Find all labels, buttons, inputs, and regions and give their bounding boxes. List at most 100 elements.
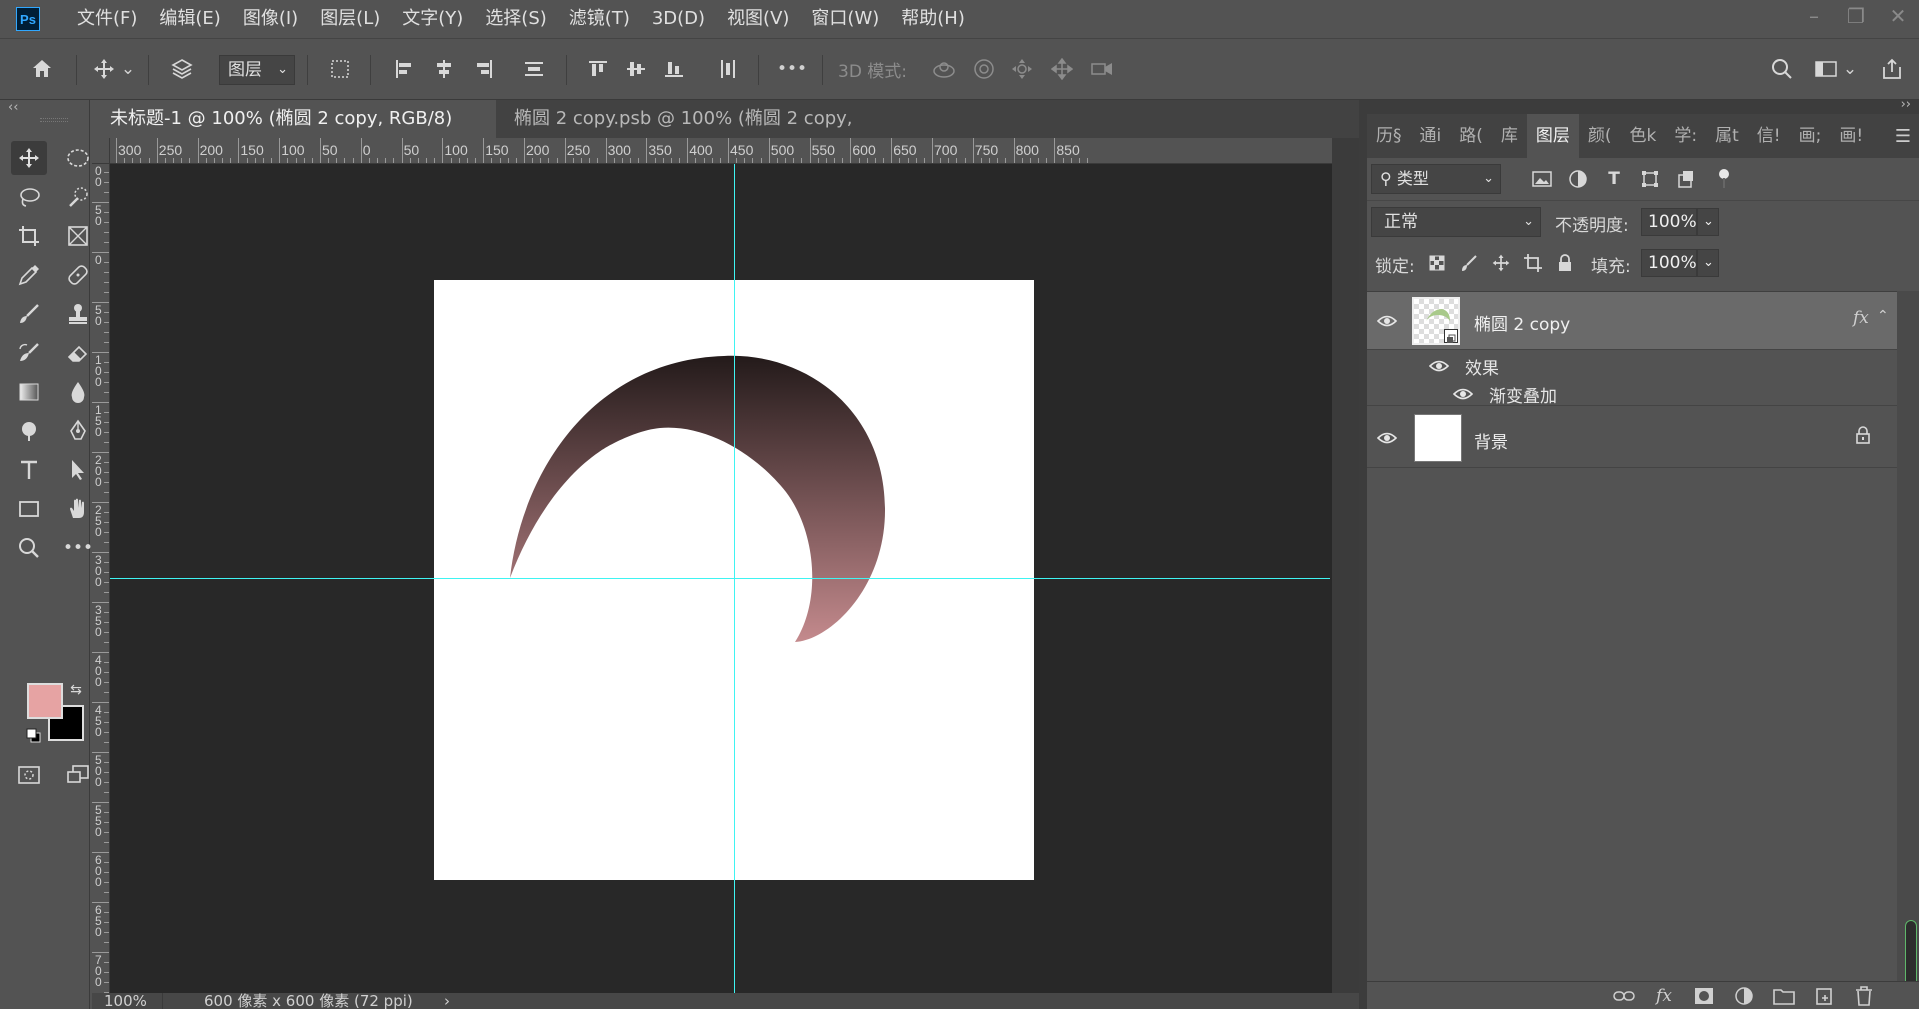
horizontal-ruler[interactable]: 300 250 200 150 100 50 0 50 100 150 200 250 300 350 40… — [110, 138, 1332, 164]
filter-smart-object-icon[interactable] — [1673, 166, 1699, 192]
lock-image-pixels-icon[interactable] — [1457, 250, 1481, 276]
tab-brush-settings[interactable]: 画! — [1830, 114, 1872, 158]
menu-help[interactable]: 帮助(H) — [890, 0, 976, 38]
menu-filter[interactable]: 滤镜(T) — [558, 0, 641, 38]
3d-roll-icon[interactable] — [968, 53, 1000, 85]
restore-icon[interactable]: ❐ — [1835, 0, 1877, 32]
3d-orbit-icon[interactable] — [928, 53, 960, 85]
panel-dock-divider[interactable] — [1359, 100, 1367, 1009]
layer-thumbnail[interactable] — [1412, 297, 1460, 345]
effects-row[interactable]: 效果 — [1367, 350, 1897, 379]
effect-row-gradient-overlay[interactable]: 渐变叠加 — [1367, 378, 1897, 407]
auto-select-target-select[interactable]: 图层 ⌄ — [219, 55, 295, 85]
menu-type[interactable]: 文字(Y) — [391, 0, 474, 38]
vertical-ruler[interactable]: 1005005010015020025030035040045050055060… — [92, 164, 110, 993]
new-group-icon[interactable] — [1771, 984, 1797, 1008]
workspace-chevron-icon[interactable]: ⌄ — [1842, 53, 1858, 85]
distribute-v-icon[interactable] — [712, 53, 744, 85]
blur-icon[interactable] — [60, 375, 96, 409]
workspace-icon[interactable] — [1810, 53, 1842, 85]
effects-visibility-eye-icon[interactable] — [1427, 354, 1451, 378]
blend-mode-select[interactable]: 正常 ⌄ — [1371, 207, 1541, 237]
tab-info[interactable]: 信! — [1748, 114, 1790, 158]
default-colors-icon[interactable] — [24, 726, 44, 746]
path-selection-icon[interactable] — [60, 453, 96, 487]
quick-selection-icon[interactable] — [60, 180, 96, 214]
horizontal-guide[interactable] — [110, 578, 1330, 579]
zoom-tool-icon[interactable] — [11, 531, 47, 565]
opacity-dropdown-icon[interactable]: ⌄ — [1697, 208, 1719, 236]
3d-slide-icon[interactable] — [1046, 53, 1078, 85]
menu-edit[interactable]: 编辑(E) — [148, 0, 231, 38]
home-icon[interactable] — [26, 53, 58, 85]
frame-icon[interactable] — [60, 219, 96, 253]
brush-icon[interactable] — [11, 297, 47, 331]
dodge-icon[interactable] — [11, 414, 47, 448]
tab-history[interactable]: 历§ — [1367, 114, 1411, 158]
visibility-eye-icon[interactable] — [1375, 426, 1399, 450]
search-icon[interactable] — [1766, 53, 1798, 85]
lasso-icon[interactable] — [11, 180, 47, 214]
tab-color[interactable]: 颜( — [1579, 114, 1621, 158]
eraser-icon[interactable] — [60, 336, 96, 370]
tab-channels[interactable]: 通i — [1411, 114, 1451, 158]
visibility-eye-icon[interactable] — [1375, 309, 1399, 333]
share-icon[interactable] — [1876, 53, 1908, 85]
quick-mask-icon[interactable] — [11, 758, 47, 792]
chevron-down-icon[interactable]: ⌄ — [120, 53, 136, 85]
tab-swatches[interactable]: 色k — [1621, 114, 1666, 158]
tab-paths[interactable]: 路( — [1450, 114, 1492, 158]
auto-select-layers-icon[interactable] — [166, 53, 198, 85]
more-options-icon[interactable]: ••• — [776, 53, 808, 85]
history-brush-icon[interactable] — [11, 336, 47, 370]
fx-icon[interactable]: fx — [1853, 308, 1869, 328]
link-layers-icon[interactable] — [1611, 984, 1637, 1008]
menu-window[interactable]: 窗口(W) — [800, 0, 890, 38]
toolbar-grip[interactable] — [40, 118, 68, 122]
lock-all-icon[interactable] — [1553, 250, 1577, 276]
healing-brush-icon[interactable] — [60, 258, 96, 292]
3d-pan-icon[interactable] — [1006, 53, 1038, 85]
tab-layers[interactable]: 图层 — [1526, 114, 1579, 158]
tab-ellipse-psb[interactable]: 椭圆 2 copy.psb @ 100% (椭圆 2 copy, RGB/8)✕ — [496, 100, 942, 167]
move-tool-icon[interactable] — [11, 141, 47, 175]
menu-image[interactable]: 图像(I) — [232, 0, 309, 38]
gradient-overlay-eye-icon[interactable] — [1451, 382, 1475, 406]
zoom-level[interactable]: 100% — [104, 993, 147, 1009]
hand-tool-icon[interactable] — [60, 492, 96, 526]
lock-transparent-pixels-icon[interactable] — [1425, 250, 1449, 276]
add-mask-icon[interactable] — [1691, 984, 1717, 1008]
screen-mode-icon[interactable] — [60, 758, 96, 792]
foreground-color-swatch[interactable] — [27, 683, 63, 719]
kind-filter-select[interactable]: ⚲ 类型 ⌄ — [1371, 164, 1501, 194]
panel-menu-icon[interactable]: ☰ — [1895, 126, 1911, 147]
delete-layer-icon[interactable] — [1851, 984, 1877, 1008]
filter-type-icon[interactable]: T — [1601, 166, 1627, 192]
3d-camera-icon[interactable] — [1086, 53, 1118, 85]
menu-3d[interactable]: 3D(D) — [641, 0, 716, 38]
edit-toolbar-icon[interactable]: ••• — [60, 531, 96, 565]
menu-view[interactable]: 视图(V) — [716, 0, 800, 38]
move-tool-icon[interactable] — [88, 53, 120, 85]
collapse-effects-icon[interactable]: ⌃ — [1877, 308, 1889, 324]
filter-adjustment-icon[interactable] — [1565, 166, 1591, 192]
tab-untitled-1[interactable]: 未标题-1 @ 100% (椭圆 2 copy, RGB/8) *✕ — [92, 100, 496, 167]
filter-pixel-icon[interactable] — [1529, 166, 1555, 192]
align-bottom-icon[interactable] — [658, 53, 690, 85]
clone-stamp-icon[interactable] — [60, 297, 96, 331]
collapse-panels-icon[interactable]: ›› — [1901, 97, 1911, 112]
ruler-origin[interactable] — [92, 138, 110, 164]
crop-icon[interactable] — [11, 219, 47, 253]
gradient-icon[interactable] — [11, 375, 47, 409]
minimize-icon[interactable]: – — [1793, 0, 1835, 32]
layer-row-background[interactable]: 背景 — [1367, 408, 1897, 468]
filter-toggle-icon[interactable] — [1711, 166, 1737, 192]
lock-position-icon[interactable] — [1489, 250, 1513, 276]
type-tool-icon[interactable] — [11, 453, 47, 487]
tab-brushes[interactable]: 画; — [1790, 114, 1831, 158]
eyedropper-icon[interactable] — [11, 258, 47, 292]
layer-name-background[interactable]: 背景 — [1474, 428, 1508, 453]
transform-controls-icon[interactable] — [324, 53, 356, 85]
add-layer-style-icon[interactable]: fx — [1651, 984, 1677, 1008]
menu-file[interactable]: 文件(F) — [66, 0, 148, 38]
